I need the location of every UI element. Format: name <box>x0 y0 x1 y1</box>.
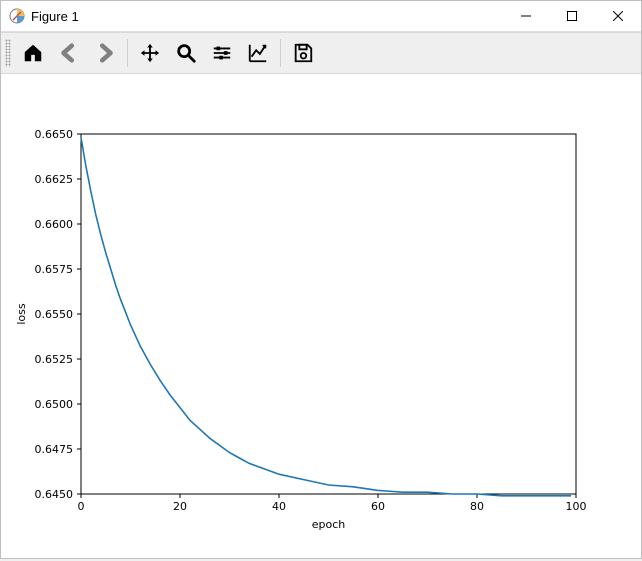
xtick-label: 20 <box>173 500 187 513</box>
pan-button[interactable] <box>134 37 166 69</box>
edit-axis-button[interactable] <box>242 37 274 69</box>
home-button[interactable] <box>17 37 49 69</box>
ytick-label: 0.6625 <box>35 173 74 186</box>
xtick-label: 100 <box>566 500 587 513</box>
titlebar: Figure 1 <box>1 1 641 32</box>
io-group <box>285 33 321 73</box>
toolbar-separator <box>280 39 281 67</box>
ytick-label: 0.6550 <box>35 308 74 321</box>
maximize-button[interactable] <box>549 1 595 31</box>
xtick-label: 80 <box>470 500 484 513</box>
close-button[interactable] <box>595 1 641 31</box>
toolbar-separator <box>127 39 128 67</box>
app-icon <box>9 8 25 24</box>
back-button[interactable] <box>53 37 85 69</box>
forward-button[interactable] <box>89 37 121 69</box>
axes-frame <box>81 134 576 494</box>
ytick-label: 0.6525 <box>35 353 74 366</box>
window-title: Figure 1 <box>31 9 79 24</box>
ylabel: loss <box>15 303 28 325</box>
ytick-label: 0.6500 <box>35 398 74 411</box>
view-group <box>132 33 276 73</box>
nav-group <box>15 33 123 73</box>
toolbar <box>1 32 641 74</box>
chart: 0 20 40 60 80 100 0.6450 0.6475 0.6500 0.6525 0.65… <box>1 74 641 561</box>
xtick-label: 40 <box>272 500 286 513</box>
xtick-label: 60 <box>371 500 385 513</box>
xtick-label: 0 <box>78 500 85 513</box>
xlabel: epoch <box>312 518 346 531</box>
figure-window: Figure 1 <box>0 0 642 559</box>
ytick-label: 0.6650 <box>35 128 74 141</box>
toolbar-grip <box>5 39 11 67</box>
ytick-label: 0.6575 <box>35 263 74 276</box>
minimize-button[interactable] <box>503 1 549 31</box>
plot-area[interactable]: 0 20 40 60 80 100 0.6450 0.6475 0.6500 0.6525 0.65… <box>1 74 641 558</box>
ytick-label: 0.6600 <box>35 218 74 231</box>
subplots-button[interactable] <box>206 37 238 69</box>
ytick-label: 0.6475 <box>35 443 74 456</box>
zoom-button[interactable] <box>170 37 202 69</box>
save-button[interactable] <box>287 37 319 69</box>
ytick-label: 0.6450 <box>35 488 74 501</box>
